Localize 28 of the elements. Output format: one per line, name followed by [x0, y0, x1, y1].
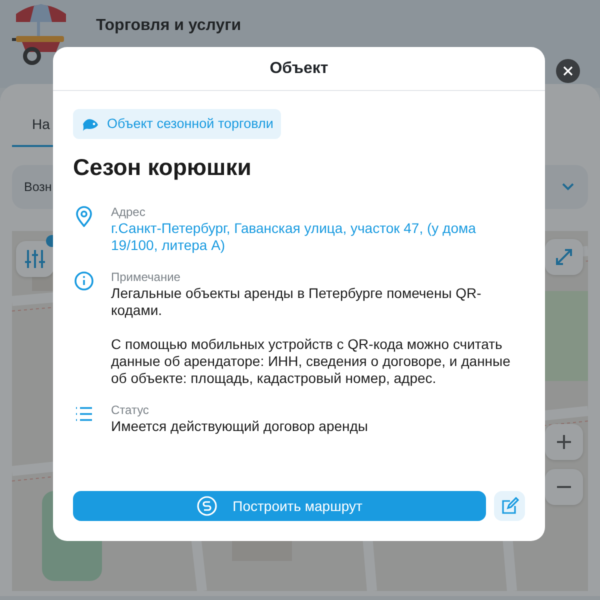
fish-icon — [81, 116, 99, 132]
edit-button[interactable] — [494, 491, 525, 521]
sliders-icon — [25, 250, 45, 268]
address-link[interactable]: г.Санкт-Петербург, Гаванская улица, участок 47, (у дома 19/100, литера А) — [111, 220, 525, 254]
route-icon — [196, 496, 217, 516]
category-tag: Объект сезонной торговли — [73, 109, 282, 140]
modal-title: Объект — [270, 58, 328, 78]
plus-icon — [557, 435, 571, 449]
zoom-out-button[interactable] — [545, 469, 583, 505]
field-label: Примечание — [111, 270, 182, 285]
edit-icon — [500, 497, 518, 515]
expand-button[interactable] — [545, 239, 583, 275]
filter-button[interactable] — [16, 241, 54, 277]
field-value: Легальные объекты аренды в Петербурге помечены QR-кодами. — [111, 284, 482, 319]
info-icon — [73, 270, 95, 292]
route-button[interactable]: Построить маршрут — [73, 491, 486, 521]
chevron-down-icon — [562, 183, 574, 191]
field-label: Статус — [111, 402, 150, 418]
minus-icon — [557, 486, 571, 488]
field-value: Имеется действующий договор аренды — [111, 418, 368, 435]
app-title: Торговля и услуги — [96, 16, 242, 36]
object-name: Сезон корюшки — [73, 153, 252, 182]
location-pin-icon — [73, 204, 95, 227]
field-label: Адрес — [111, 204, 146, 220]
close-icon — [563, 66, 573, 76]
zoom-in-button[interactable] — [545, 424, 583, 460]
field-value: С помощью мобильных устройств с QR-кода можно считать данные об арендаторе: ИНН, сведения о договоре, и данные об объекте: площадь, кадастровый номер, адрес. — [111, 336, 512, 387]
expand-icon — [555, 248, 573, 266]
